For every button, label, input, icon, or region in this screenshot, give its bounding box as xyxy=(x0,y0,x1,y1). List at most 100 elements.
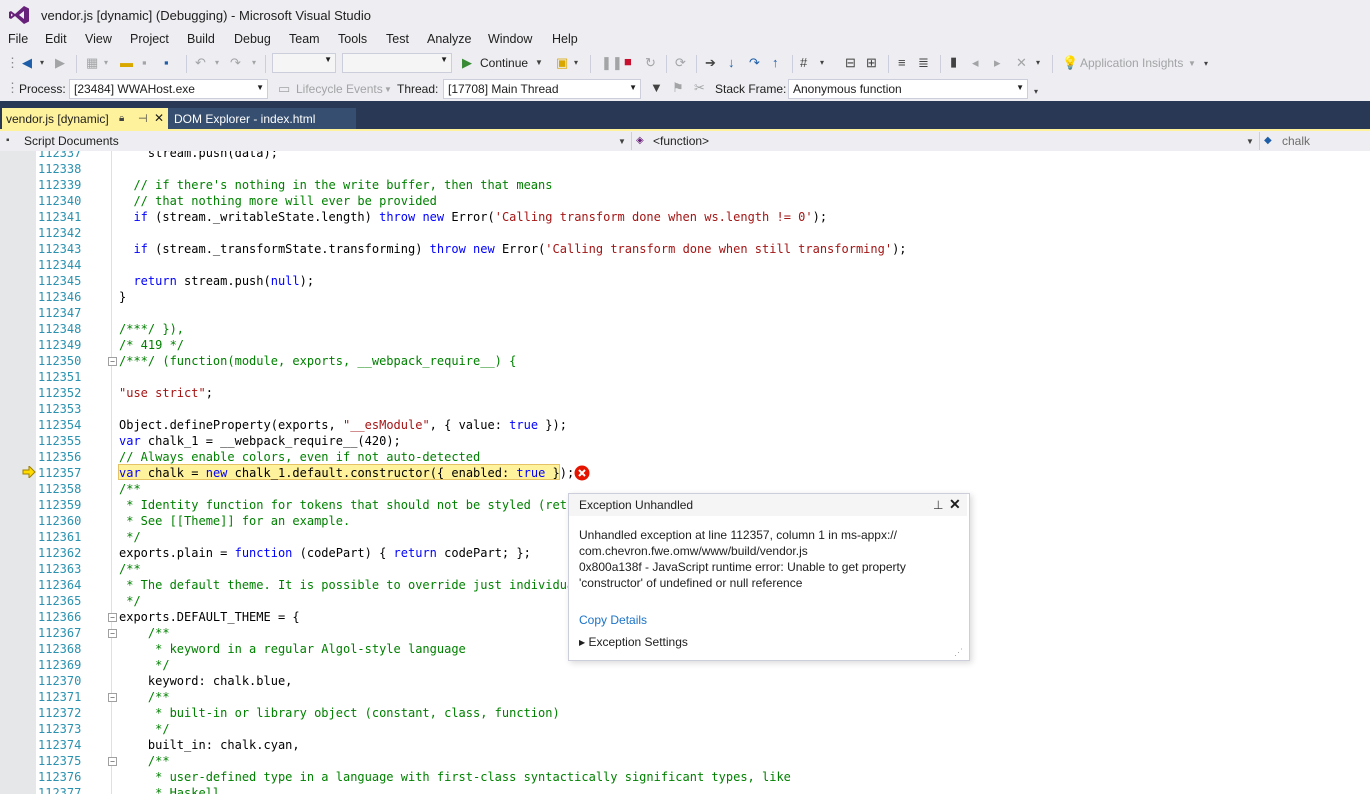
toolbar-overflow-icon[interactable]: ▾ xyxy=(1204,56,1208,72)
locals-icon[interactable]: ⊟ xyxy=(845,55,856,71)
step-over-icon[interactable]: ↷ xyxy=(749,55,760,71)
toolbar-overflow-icon[interactable]: ▾ xyxy=(820,55,824,71)
menu-edit[interactable]: Edit xyxy=(45,32,67,46)
code-line[interactable]: 112345 return stream.push(null); xyxy=(0,273,1370,289)
code-line[interactable]: 112347 xyxy=(0,305,1370,321)
code-line[interactable]: 112355 var chalk_1 = __webpack_require__(… xyxy=(0,433,1370,449)
code-line[interactable]: 112348 /***/ }), xyxy=(0,321,1370,337)
filter-icon[interactable]: ▼ xyxy=(650,80,663,96)
code-line[interactable]: 112376 * user-defined type in a language… xyxy=(0,769,1370,785)
code-line[interactable]: 112343 if (stream._transformState.transf… xyxy=(0,241,1370,257)
code-line[interactable]: 112374 built_in: chalk.cyan, xyxy=(0,737,1370,753)
show-next-statement-icon[interactable]: ➔ xyxy=(705,55,716,71)
code-line[interactable]: 112340 // that nothing more will ever be… xyxy=(0,193,1370,209)
continue-button[interactable]: ▶ Continue ▼ xyxy=(458,53,546,73)
menu-project[interactable]: Project xyxy=(130,32,169,46)
code-line[interactable]: 112370 keyword: chalk.blue, xyxy=(0,673,1370,689)
code-line[interactable]: 112352 "use strict"; xyxy=(0,385,1370,401)
code-editor[interactable]: 112337 stream.push(data); 112338 112339 //… xyxy=(0,151,1370,794)
refresh-icon[interactable]: ⟳ xyxy=(675,55,686,71)
menu-window[interactable]: Window xyxy=(488,32,532,46)
back-dropdown-icon[interactable]: ▾ xyxy=(40,55,44,71)
step-into-icon[interactable]: ↓ xyxy=(728,55,735,71)
code-line[interactable]: 112351 xyxy=(0,369,1370,385)
code-line[interactable]: 112375 − /** xyxy=(0,753,1370,769)
open-folder-icon[interactable]: ▬ xyxy=(120,55,133,71)
resize-grip-icon[interactable]: ⋰ xyxy=(954,644,963,660)
bookmark-icon[interactable]: ▮ xyxy=(950,54,957,70)
code-line[interactable]: 112354 Object.defineProperty(exports, "__… xyxy=(0,417,1370,433)
collapse-region-icon[interactable]: − xyxy=(108,693,117,702)
application-insights-button[interactable]: 💡 Application Insights ▼ xyxy=(1060,53,1202,73)
attach-icon[interactable]: ▣ xyxy=(556,55,568,71)
code-line[interactable]: 112350 −/***/ (function(module, exports, … xyxy=(0,353,1370,369)
code-line[interactable]: 112377 * Haskell xyxy=(0,785,1370,794)
copy-details-link[interactable]: Copy Details xyxy=(579,613,647,627)
menu-analyze[interactable]: Analyze xyxy=(427,32,471,46)
attach-dropdown-icon[interactable]: ▾ xyxy=(574,55,578,71)
new-dropdown-icon[interactable]: ▾ xyxy=(104,55,108,71)
code-line[interactable]: 112373 */ xyxy=(0,721,1370,737)
tab-vendor-js[interactable]: vendor.js [dynamic] 🔒︎ ⊣ ✕ xyxy=(2,108,168,129)
new-project-icon[interactable]: ▦ xyxy=(86,55,98,71)
thread-combo[interactable]: [17708] Main Thread ▼ xyxy=(443,79,641,99)
close-icon[interactable]: ✕ xyxy=(154,110,164,126)
prev-bookmark-icon[interactable]: ◂ xyxy=(972,55,979,71)
collapse-region-icon[interactable]: − xyxy=(108,629,117,638)
menu-view[interactable]: View xyxy=(85,32,112,46)
pin-icon[interactable]: ⊥ xyxy=(933,497,943,513)
code-line[interactable]: 112371 − /** xyxy=(0,689,1370,705)
solution-platform-combo[interactable]: ▼ xyxy=(342,53,452,73)
process-combo[interactable]: [23484] WWAHost.exe ▼ xyxy=(69,79,268,99)
code-line[interactable]: 112357 var chalk = new chalk_1.default.co… xyxy=(0,465,1370,481)
collapse-region-icon[interactable]: − xyxy=(108,613,117,622)
code-line[interactable]: 112349 /* 419 */ xyxy=(0,337,1370,353)
code-line[interactable]: 112341 if (stream._writableState.length)… xyxy=(0,209,1370,225)
collapse-region-icon[interactable]: − xyxy=(108,357,117,366)
hide-frames-icon[interactable]: ✂ xyxy=(694,80,705,96)
step-out-icon[interactable]: ↑ xyxy=(772,55,779,71)
code-line[interactable]: 112342 xyxy=(0,225,1370,241)
menu-help[interactable]: Help xyxy=(552,32,578,46)
threads-icon[interactable]: ⊞ xyxy=(866,55,877,71)
clear-bookmarks-icon[interactable]: ✕ xyxy=(1016,55,1027,71)
stack-frame-combo[interactable]: Anonymous function ▼ xyxy=(788,79,1028,99)
redo-icon[interactable]: ↷ xyxy=(230,55,241,71)
scope-dropdown[interactable]: ▪ Script Documents ▼ xyxy=(2,132,629,150)
lifecycle-events-button[interactable]: ▭ Lifecycle Events ▼ xyxy=(278,79,392,99)
uncomment-icon[interactable]: ≣ xyxy=(918,55,929,71)
code-line[interactable]: 112344 xyxy=(0,257,1370,273)
redo-dropdown-icon[interactable]: ▾ xyxy=(252,55,256,71)
function-dropdown[interactable]: ◈ <function> ▼ xyxy=(631,132,1258,150)
pause-icon[interactable]: ❚❚ xyxy=(601,55,623,71)
member-dropdown[interactable]: ◆ chalk xyxy=(1259,132,1370,150)
undo-dropdown-icon[interactable]: ▾ xyxy=(215,55,219,71)
save-icon[interactable]: ▪ xyxy=(142,55,147,71)
menu-build[interactable]: Build xyxy=(187,32,215,46)
code-line[interactable]: 112337 stream.push(data); xyxy=(0,151,1370,161)
forward-icon[interactable]: ▶ xyxy=(55,55,65,71)
hex-display-icon[interactable]: # xyxy=(800,55,807,71)
flag-thread-icon[interactable]: ⚑ xyxy=(672,80,684,96)
code-line[interactable]: 112346} xyxy=(0,289,1370,305)
back-icon[interactable]: ◀ xyxy=(22,55,32,71)
menu-tools[interactable]: Tools xyxy=(338,32,367,46)
code-line[interactable]: 112372 * built-in or library object (con… xyxy=(0,705,1370,721)
collapse-region-icon[interactable]: − xyxy=(108,757,117,766)
tab-dom-explorer[interactable]: DOM Explorer - index.html xyxy=(168,108,356,129)
code-line[interactable]: 112356 // Always enable colors, even if n… xyxy=(0,449,1370,465)
restart-icon[interactable]: ↻ xyxy=(645,55,656,71)
comment-icon[interactable]: ≡ xyxy=(898,55,906,71)
solution-config-combo[interactable]: ▼ xyxy=(272,53,336,73)
exception-settings-expander[interactable]: ▶ Exception Settings xyxy=(579,635,688,649)
menu-test[interactable]: Test xyxy=(386,32,409,46)
pin-icon[interactable]: ⊣ xyxy=(138,111,148,127)
menu-file[interactable]: File xyxy=(8,32,28,46)
code-line[interactable]: 112338 xyxy=(0,161,1370,177)
menu-debug[interactable]: Debug xyxy=(234,32,271,46)
code-line[interactable]: 112353 xyxy=(0,401,1370,417)
menu-team[interactable]: Team xyxy=(289,32,320,46)
close-icon[interactable]: ✕ xyxy=(949,496,961,512)
undo-icon[interactable]: ↶ xyxy=(195,55,206,71)
stop-icon[interactable]: ■ xyxy=(624,54,632,70)
